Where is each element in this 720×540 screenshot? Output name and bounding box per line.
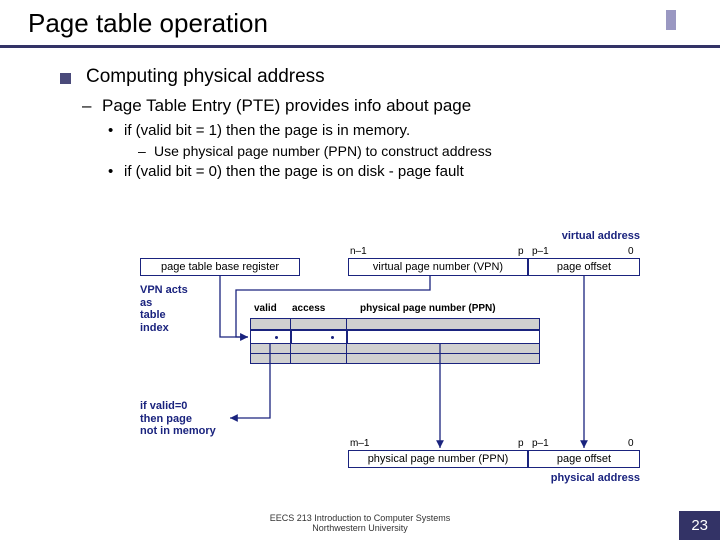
bit-p: p: [518, 246, 524, 257]
pt-row-gray: [250, 354, 540, 364]
vpn-acts-label: VPN acts as table index: [140, 284, 188, 335]
valid-dot-icon: [275, 336, 278, 339]
divider: [290, 318, 291, 364]
bit-p1: p–1: [532, 246, 549, 257]
bit-0: 0: [628, 438, 634, 449]
pt-row-gray: [250, 318, 540, 330]
access-label: access: [292, 303, 325, 314]
ppn-box: physical page number (PPN): [348, 450, 528, 468]
pt-row-gray: [250, 344, 540, 354]
accent-bar: [666, 10, 676, 30]
virtual-address-label: virtual address: [562, 230, 640, 242]
ppn-header-label: physical page number (PPN): [360, 303, 496, 314]
content: Computing physical address Page Table En…: [0, 48, 720, 180]
bit-0: 0: [628, 246, 634, 257]
physical-address-label: physical address: [551, 472, 640, 484]
bit-p1: p–1: [532, 438, 549, 449]
footer-line2: Northwestern University: [0, 524, 720, 534]
divider: [346, 318, 347, 364]
bit-n1: n–1: [350, 246, 367, 257]
page-offset-box-bottom: page offset: [528, 450, 640, 468]
footer: EECS 213 Introduction to Computer System…: [0, 514, 720, 534]
divider: [347, 331, 348, 343]
bullet-lvl1: Computing physical address: [60, 66, 690, 88]
bullet-lvl2: Page Table Entry (PTE) provides info abo…: [60, 96, 690, 116]
ptbr-box: page table base register: [140, 258, 300, 276]
slide-title: Page table operation: [28, 8, 720, 39]
page-number: 23: [679, 511, 720, 540]
bullet-lvl3: if (valid bit = 1) then the page is in m…: [60, 122, 690, 139]
title-area: Page table operation: [0, 0, 720, 39]
pt-row-selected: [250, 330, 540, 344]
access-dot-icon: [331, 336, 334, 339]
bit-p: p: [518, 438, 524, 449]
page-offset-box-top: page offset: [528, 258, 640, 276]
vpn-box: virtual page number (VPN): [348, 258, 528, 276]
divider: [291, 331, 292, 343]
bit-m1: m–1: [350, 438, 369, 449]
valid-label: valid: [254, 303, 277, 314]
bullet-lvl3: if (valid bit = 0) then the page is on d…: [60, 163, 690, 180]
diagram: virtual address n–1 p p–1 0 virtual page…: [130, 230, 670, 500]
if-valid0-label: if valid=0 then page not in memory: [140, 400, 216, 438]
bullet-lvl4: Use physical page number (PPN) to constr…: [60, 143, 690, 159]
